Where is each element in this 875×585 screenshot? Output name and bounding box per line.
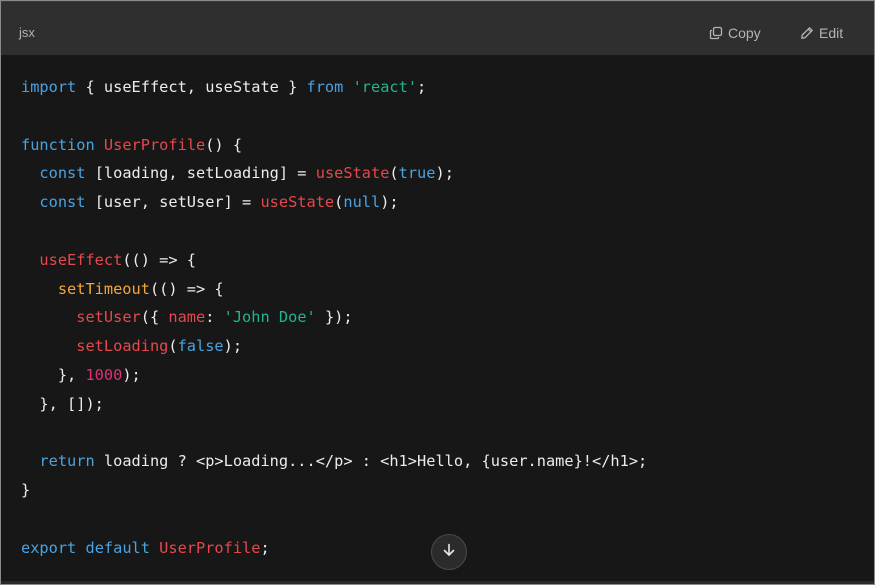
- code-token: function: [21, 135, 95, 154]
- code-token: ;: [417, 78, 427, 96]
- code-line: useEffect(() => {: [21, 246, 647, 275]
- code-token: (: [389, 164, 399, 183]
- code-token: return: [39, 452, 95, 471]
- code-token: UserProfile: [103, 135, 206, 154]
- code-token: }: [21, 481, 31, 500]
- code-block: jsx Copy Edit import { useEffect, useSta…: [0, 0, 875, 585]
- bottom-edge: [1, 581, 874, 584]
- code-token: (() => {: [122, 250, 196, 269]
- code-line: setUser({ name: 'John Doe' });: [21, 303, 647, 332]
- code-token: from: [306, 78, 344, 96]
- pencil-icon: [800, 26, 814, 40]
- code-token: useState: [260, 193, 335, 212]
- code-token: (: [334, 193, 344, 212]
- code-token: true: [398, 164, 436, 183]
- code-token: });: [315, 308, 353, 327]
- code-line: import { useEffect, useState } from 'rea…: [21, 73, 647, 102]
- code-token: useEffect: [39, 250, 123, 269]
- code-token: useState: [315, 164, 390, 183]
- code-token: loading ? <p>Loading...</p> : <h1>Hello,…: [94, 452, 648, 471]
- code-line: function UserProfile() {: [21, 131, 647, 160]
- code-token: );: [435, 164, 454, 183]
- code-token: const: [39, 164, 86, 183]
- code-token: () {: [205, 135, 243, 154]
- code-token: ;: [260, 538, 270, 557]
- code-token: ({: [140, 308, 169, 327]
- code-token: { useEffect, useState }: [76, 78, 307, 96]
- code-token: const: [39, 193, 86, 212]
- code-line: const [loading, setLoading] = useState(t…: [21, 159, 647, 188]
- code-token: false: [177, 337, 224, 356]
- code-token: :: [205, 308, 224, 327]
- code-token: },: [21, 365, 86, 384]
- language-label: jsx: [19, 25, 35, 40]
- code-token: import: [21, 78, 77, 96]
- code-line: export default UserProfile;: [21, 534, 647, 563]
- code-line: setLoading(false);: [21, 332, 647, 361]
- code-token: setLoading: [76, 337, 169, 356]
- code-block-header: jsx Copy Edit: [1, 1, 874, 55]
- code-token: UserProfile: [159, 538, 261, 557]
- code-token: 1000: [85, 365, 123, 384]
- code-token: export: [21, 538, 77, 557]
- copy-icon: [709, 26, 723, 40]
- code-token: default: [85, 538, 150, 557]
- code-token: );: [380, 193, 399, 212]
- code-content: import { useEffect, useState } from 'rea…: [21, 73, 647, 563]
- edit-button[interactable]: Edit: [800, 25, 843, 41]
- code-token: }, []);: [21, 394, 104, 413]
- code-token: 'react': [352, 78, 418, 96]
- code-line: }, []);: [21, 390, 647, 419]
- code-token: [loading, setLoading] =: [85, 164, 316, 183]
- code-line: const [user, setUser] = useState(null);: [21, 188, 647, 217]
- code-token: name: [168, 308, 206, 327]
- code-line: setTimeout(() => {: [21, 275, 647, 304]
- edit-button-label: Edit: [819, 25, 844, 41]
- code-line: return loading ? <p>Loading...</p> : <h1…: [21, 447, 647, 476]
- copy-button[interactable]: Copy: [709, 25, 761, 41]
- code-token: (() => {: [149, 279, 224, 298]
- code-line: }: [21, 476, 647, 505]
- arrow-down-icon: [441, 542, 457, 563]
- code-token: setTimeout: [57, 279, 150, 298]
- code-token: null: [343, 193, 381, 212]
- code-token: );: [122, 365, 141, 384]
- code-token: (: [168, 337, 178, 356]
- code-token: 'John Doe': [223, 308, 316, 327]
- code-token: );: [223, 337, 243, 356]
- scroll-down-button[interactable]: [431, 534, 467, 570]
- code-line: }, 1000);: [21, 361, 647, 390]
- code-token: [user, setUser] =: [85, 193, 261, 212]
- copy-button-label: Copy: [728, 25, 761, 41]
- code-token: setUser: [76, 308, 141, 327]
